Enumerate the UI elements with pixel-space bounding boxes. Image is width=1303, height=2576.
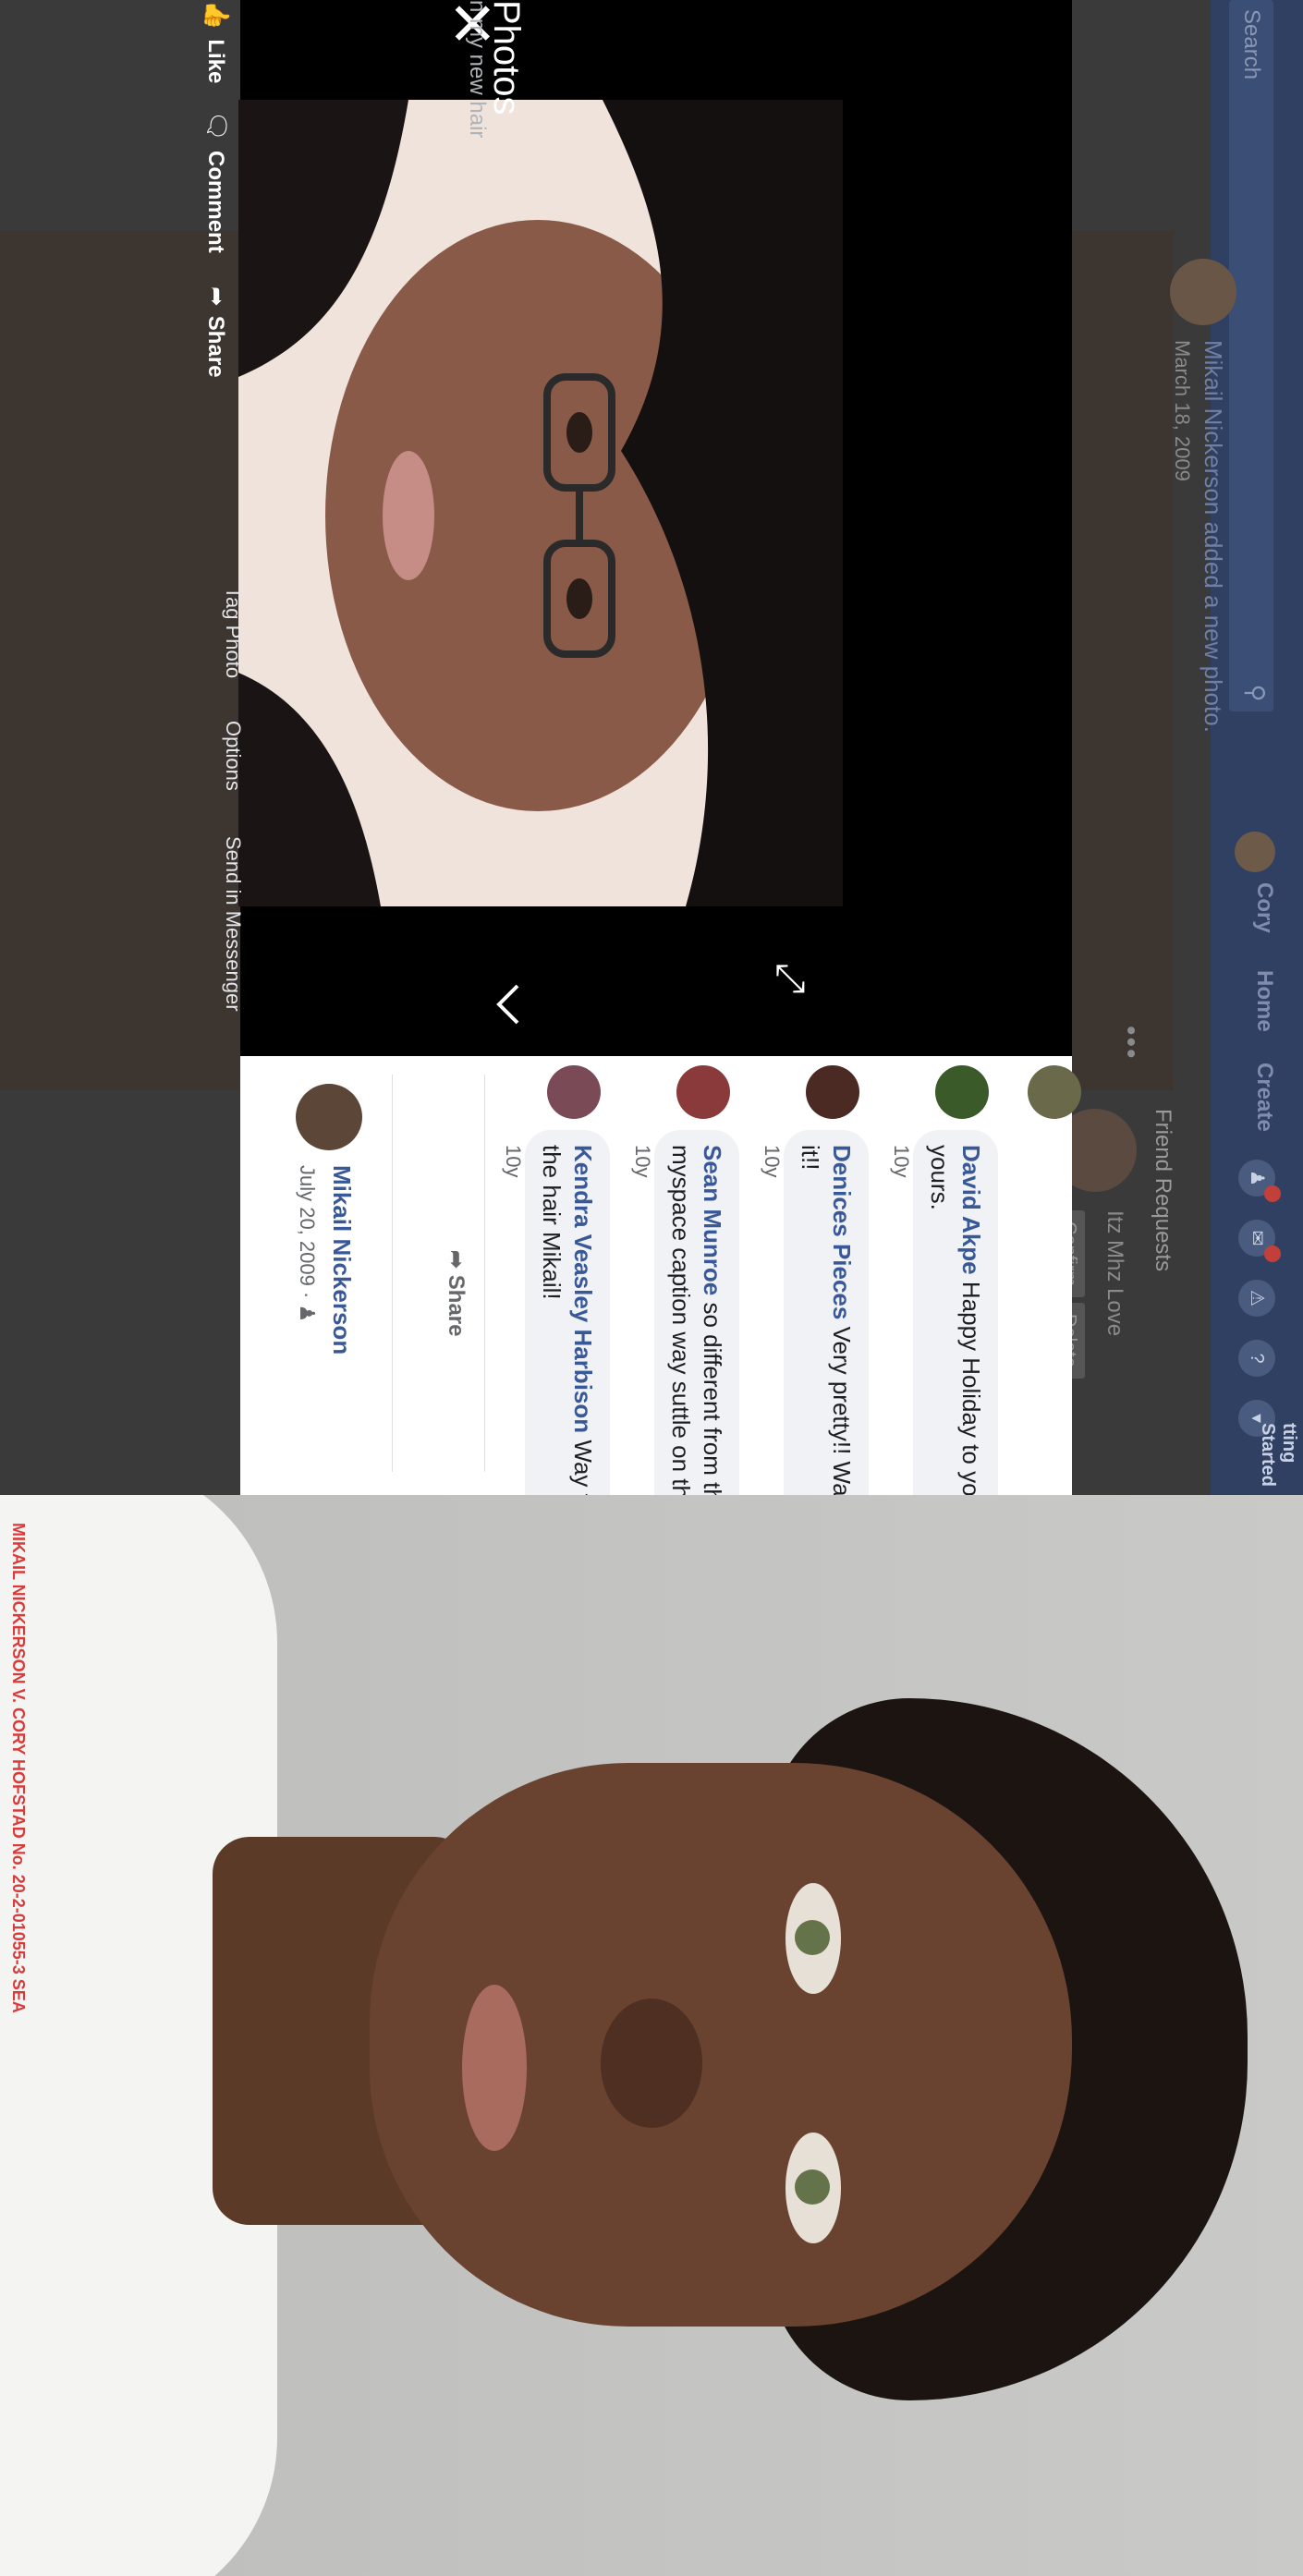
comment-author[interactable]: Denices Pieces — [828, 1145, 856, 1319]
search-input[interactable]: Search — [1229, 0, 1273, 711]
comment-author[interactable]: Kendra Veasley Harbison — [569, 1145, 597, 1433]
poster-date-text: July 20, 2009 · — [296, 1165, 319, 1305]
chevron-down-icon[interactable] — [481, 977, 536, 1032]
comment-author[interactable]: Sean Munroe — [699, 1145, 726, 1295]
post-date[interactable]: March 18, 2009 — [1170, 340, 1194, 481]
like-label: Like — [203, 39, 228, 84]
exhibit-caption: MIKAIL NICKERSON V. CORY HOFSTAD No. 20-… — [9, 1523, 28, 2013]
right-eye — [785, 2132, 841, 2243]
comment-time[interactable]: 10y — [760, 1145, 784, 1177]
tag-photo-link[interactable]: Tag Photo — [221, 587, 245, 678]
nav-home-link[interactable]: Home — [1251, 970, 1277, 1032]
post-header: Mikail Nickerson added a new photo. — [1199, 340, 1227, 733]
share-label: Share — [203, 315, 228, 378]
more-options-icon[interactable]: ••• — [1114, 1026, 1146, 1061]
iris — [795, 1920, 830, 1955]
search-icon[interactable]: ⚲ — [1233, 674, 1270, 711]
share-label: Share — [444, 1274, 469, 1337]
comment-bubble: Denices Pieces Very pretty!! Way to go o… — [784, 1130, 869, 1495]
thumbs-up-icon: 👍 — [203, 0, 231, 30]
comment-author[interactable]: David Akpe — [957, 1145, 985, 1275]
comment-time[interactable]: 10y — [630, 1145, 654, 1177]
iris — [795, 2169, 830, 2205]
booking-photo: MIKAIL NICKERSON V. CORY HOFSTAD No. 20-… — [0, 1495, 1303, 2576]
friends-icon[interactable]: ♟ — [1238, 1160, 1281, 1202]
comment-bubble: Sean Munroe so different from the myspac… — [654, 1130, 739, 1495]
left-eye — [785, 1883, 841, 1994]
notification-badge — [1264, 1185, 1281, 1202]
help-icon[interactable]: ? — [1238, 1340, 1275, 1377]
photo-viewer: ✕ ⤢ — [238, 0, 1072, 1056]
friends-audience-icon: ♟ — [296, 1304, 319, 1323]
post-author[interactable]: Mikail Nickerson — [1199, 340, 1227, 515]
poster-avatar[interactable] — [296, 1084, 362, 1150]
nav-profile-link[interactable]: Cory — [1251, 882, 1277, 933]
commenter-avatar[interactable] — [676, 1065, 730, 1119]
friend-request-name[interactable]: Itz Mhz Love — [1102, 1210, 1127, 1336]
viewer-title: Photos — [486, 0, 527, 115]
nose — [601, 1999, 702, 2128]
comment-icon: 🗨 — [203, 111, 231, 142]
comment-bubble: Kendra Veasley Harbison Way to go on the… — [525, 1130, 610, 1495]
avatar[interactable] — [1235, 832, 1275, 872]
share-button[interactable]: ➦ Share — [202, 286, 231, 378]
nav-create-link[interactable]: Create — [1251, 1063, 1277, 1132]
poster-name[interactable]: Mikail Nickerson — [327, 1165, 356, 1355]
like-button[interactable]: 👍 Like — [202, 0, 231, 83]
share-icon: ➦ — [203, 286, 231, 307]
share-icon: ➦ — [444, 1250, 469, 1275]
search-placeholder: Search — [1239, 9, 1264, 80]
share-button[interactable]: ➦ Share — [443, 1250, 469, 1336]
notification-badge — [1264, 1245, 1281, 1262]
options-link[interactable]: Options — [221, 721, 245, 791]
photo-caption: n my new hair — [465, 0, 490, 139]
friend-requests-title: Friend Requests — [1151, 1109, 1175, 1272]
divider — [484, 1075, 485, 1472]
poster-date[interactable]: July 20, 2009 · ♟ — [295, 1165, 319, 1322]
comments-panel: Mikail Nickerson July 20, 2009 · ♟ ➦ Sha… — [240, 1056, 1081, 1495]
send-in-messenger-link[interactable]: Send in Messenger — [221, 836, 245, 1012]
messenger-icon[interactable]: ✉ — [1238, 1220, 1281, 1262]
commenter-avatar[interactable] — [1028, 1065, 1081, 1119]
comment-time[interactable]: 10y — [501, 1145, 525, 1177]
expand-icon[interactable]: ⤢ — [768, 963, 813, 994]
facebook-screenshot: Search ⚲ Cory Home Create ♟ ✉ ⚠ ? ▾ ttin… — [0, 0, 1303, 1495]
commenter-avatar[interactable] — [935, 1065, 989, 1119]
getting-started-link[interactable]: tting Started — [1257, 1423, 1299, 1495]
commenter-avatar[interactable] — [547, 1065, 601, 1119]
divider — [392, 1075, 393, 1472]
facebook-canvas: Search ⚲ Cory Home Create ♟ ✉ ⚠ ? ▾ ttin… — [0, 0, 1303, 1495]
comment-time[interactable]: 10y — [889, 1145, 913, 1177]
post-action: added a new photo. — [1199, 521, 1227, 733]
profile-photo — [238, 100, 843, 906]
notifications-icon[interactable]: ⚠ — [1238, 1280, 1275, 1317]
comment-button[interactable]: 🗨 Comment — [202, 111, 231, 253]
post-author-avatar[interactable] — [1170, 259, 1236, 325]
comment-label: Comment — [203, 151, 228, 253]
lips — [462, 1985, 527, 2151]
booking-photo-canvas: MIKAIL NICKERSON V. CORY HOFSTAD No. 20-… — [0, 1495, 1303, 2576]
commenter-avatar[interactable] — [806, 1065, 859, 1119]
photo-image — [238, 100, 843, 906]
comment-bubble: David Akpe Happy Holiday to you and your… — [913, 1130, 998, 1495]
